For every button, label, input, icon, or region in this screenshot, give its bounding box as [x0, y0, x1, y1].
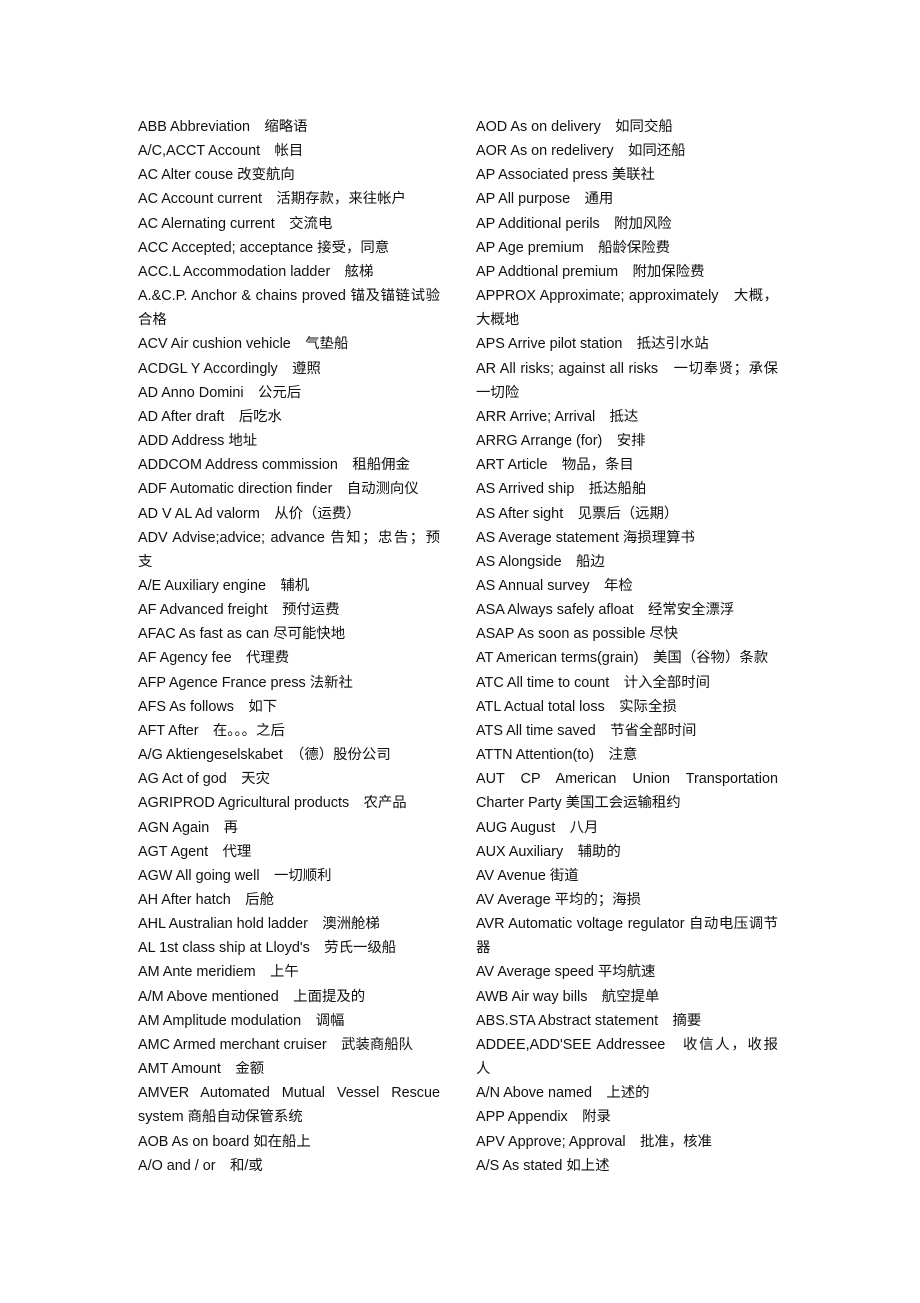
glossary-entry: AP All purpose 通用 [476, 191, 614, 208]
glossary-entry: A.&C.P. Anchor & chains proved 锚及锚链试验合格 [138, 288, 440, 329]
glossary-entry: AC Alter couse 改变航向 [138, 167, 295, 184]
glossary-entry: AS Average statement 海损理算书 [476, 529, 695, 546]
glossary-entry: ACDGL Y Accordingly 遵照 [138, 360, 321, 377]
glossary-entry: AMC Armed merchant cruiser 武装商船队 [138, 1036, 414, 1053]
glossary-entry: A/M Above mentioned 上面提及的 [138, 988, 366, 1005]
glossary-entry: AS Alongside 船边 [476, 553, 605, 570]
glossary-entry: AFT After 在。。。之后 [138, 722, 285, 739]
glossary-entry: AT American terms(grain) 美国（谷物）条款 [476, 650, 769, 667]
glossary-entry: ART Article 物品，条目 [476, 457, 634, 474]
glossary-entry: AD Anno Domini 公元后 [138, 384, 302, 401]
glossary-entry: AOR As on redelivery 如同还船 [476, 143, 686, 160]
glossary-entry: AS After sight 见票后（远期） [476, 505, 679, 522]
glossary-entry: ARR Arrive; Arrival 抵达 [476, 408, 639, 425]
glossary-entry: AMT Amount 金额 [138, 1061, 265, 1078]
glossary-entry: AGT Agent 代理 [138, 843, 252, 860]
glossary-entry: AOD As on delivery 如同交船 [476, 119, 673, 135]
glossary-entry: ASA Always safely afloat 经常安全漂浮 [476, 602, 735, 619]
right-column: AOD As on delivery 如同交船 AOR As on redeliv… [476, 115, 778, 1178]
glossary-entry: ACC Accepted; acceptance 接受，同意 [138, 239, 390, 256]
glossary-entry: AWB Air way bills 航空提单 [476, 988, 660, 1005]
glossary-entry: AM Ante meridiem 上午 [138, 964, 299, 981]
glossary-entry: ARRG Arrange (for) 安排 [476, 433, 646, 450]
glossary-entry: ADD Address 地址 [138, 433, 258, 450]
glossary-entry: AV Avenue 街道 [476, 867, 579, 884]
glossary-entry: ADDEE,ADD'SEE Addressee 收信人，收报人 [476, 1036, 778, 1078]
glossary-entry: AGW All going well 一切顺利 [138, 867, 332, 884]
glossary-entry: AUT CP American Union Transportation Cha… [476, 771, 778, 812]
glossary-entry: AOB As on board 如在船上 [138, 1133, 311, 1150]
glossary-entry: APP Appendix 附录 [476, 1109, 611, 1126]
glossary-entry: AD V AL Ad valorm 从价（运费） [138, 505, 361, 522]
glossary-entry: ABB Abbreviation 缩略语 [138, 119, 308, 135]
glossary-entry: AS Arrived ship 抵达船舶 [476, 481, 647, 498]
glossary-entry: AP Addtional premium 附加保险费 [476, 263, 705, 280]
glossary-entry: AR All risks; against all risks 一切奉贤；承保一… [476, 360, 778, 401]
glossary-entry: AUG August 八月 [476, 819, 599, 836]
glossary-entry: AGRIPROD Agricultural products 农产品 [138, 795, 407, 812]
glossary-entry: A/O and / or 和/或 [138, 1157, 263, 1174]
glossary-entry: ABS.STA Abstract statement 摘要 [476, 1012, 702, 1029]
glossary-entry: A/N Above named 上述的 [476, 1085, 650, 1102]
glossary-entry: AP Associated press 美联社 [476, 167, 655, 184]
glossary-entry: AGN Again 再 [138, 819, 238, 836]
glossary-entry: AV Average 平均的；海损 [476, 892, 642, 908]
glossary-entry: APS Arrive pilot station 抵达引水站 [476, 336, 709, 353]
glossary-entry: A/G Aktiengeselskabet （德）股份公司 [138, 747, 391, 764]
glossary-entry: AL 1st class ship at Lloyd's 劳氏一级船 [138, 940, 397, 957]
glossary-entry: AF Agency fee 代理费 [138, 650, 290, 667]
glossary-entry: APPROX Approximate; approximately 大概，大概地 [476, 288, 778, 329]
glossary-entry: AF Advanced freight 预付运费 [138, 602, 340, 619]
glossary-entry: ATL Actual total loss 实际全损 [476, 698, 677, 715]
glossary-entry: A/C,ACCT Account 帐目 [138, 143, 304, 160]
glossary-entry: AFS As follows 如下 [138, 698, 278, 715]
glossary-entry: A/E Auxiliary engine 辅机 [138, 577, 310, 594]
glossary-entry: ATTN Attention(to) 注意 [476, 747, 638, 764]
glossary-entry: A/S As stated 如上述 [476, 1157, 610, 1174]
glossary-entry: AP Age premium 船龄保险费 [476, 239, 671, 256]
left-column: ABB Abbreviation 缩略语 A/C,ACCT Account 帐目 A… [138, 115, 440, 1178]
glossary-entry: AV Average speed 平均航速 [476, 964, 656, 981]
glossary-entry: ADDCOM Address commission 租船佣金 [138, 457, 410, 474]
glossary-entry: ACV Air cushion vehicle 气垫船 [138, 336, 349, 353]
glossary-entry: AMVER Automated Mutual Vessel Rescue sys… [138, 1085, 440, 1126]
glossary-entry: APV Approve; Approval 批准，核准 [476, 1133, 712, 1150]
glossary-entry: AFP Agence France press 法新社 [138, 674, 353, 691]
glossary-entry: AM Amplitude modulation 调幅 [138, 1012, 345, 1029]
glossary-entry: AS Annual survey 年检 [476, 577, 633, 594]
glossary-entry: AD After draft 后吃水 [138, 408, 282, 425]
glossary-entry: AUX Auxiliary 辅助的 [476, 843, 621, 860]
glossary-entry: AC Account current 活期存款，来往帐户 [138, 191, 406, 208]
glossary-entry: ACC.L Accommodation ladder 舷梯 [138, 263, 374, 280]
glossary-entry: AVR Automatic voltage regulator 自动电压调节器 [476, 916, 778, 957]
glossary-entry: AH After hatch 后舱 [138, 892, 274, 908]
glossary-entry: AFAC As fast as can 尽可能快地 [138, 626, 346, 643]
glossary-entry: ASAP As soon as possible 尽快 [476, 626, 679, 643]
glossary-entry: ADF Automatic direction finder 自动测向仪 [138, 481, 419, 498]
glossary-entry: AC Alernating current 交流电 [138, 215, 333, 232]
glossary-entry: AG Act of god 天灾 [138, 771, 270, 788]
glossary-entry: AP Additional perils 附加风险 [476, 215, 672, 232]
glossary-entry: ADV Advise;advice; advance 告知；忠告；预支 [138, 529, 440, 570]
glossary-entry: ATS All time saved 节省全部时间 [476, 722, 697, 739]
glossary-entry: AHL Australian hold ladder 澳洲舱梯 [138, 916, 380, 933]
glossary-entry: ATC All time to count 计入全部时间 [476, 674, 711, 691]
